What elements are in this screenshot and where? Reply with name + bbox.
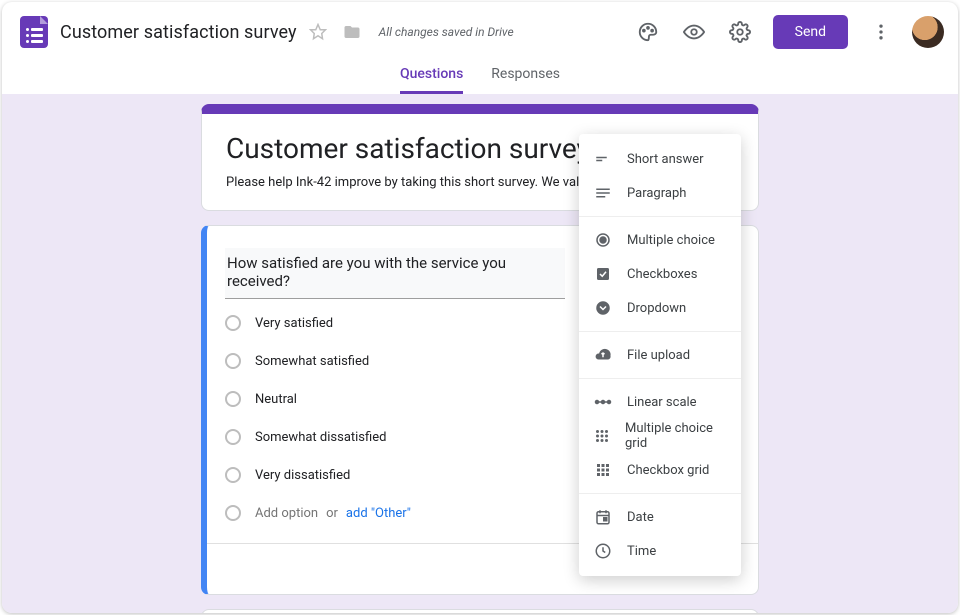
settings-gear-icon[interactable] xyxy=(721,13,759,51)
paragraph-icon xyxy=(593,184,613,202)
type-dropdown[interactable]: Dropdown xyxy=(579,291,741,325)
star-icon[interactable] xyxy=(305,23,331,41)
radio-icon xyxy=(225,353,241,369)
preview-icon[interactable] xyxy=(675,13,713,51)
question-card[interactable]: How well does each word or phrase descri… xyxy=(201,609,759,613)
save-status-text: All changes saved in Drive xyxy=(379,25,514,39)
tab-questions[interactable]: Questions xyxy=(400,62,463,94)
move-to-folder-icon[interactable] xyxy=(339,23,365,41)
add-other-button[interactable]: add "Other" xyxy=(346,506,411,521)
grid-radio-icon xyxy=(593,427,611,445)
form-tabs: Questions Responses xyxy=(2,62,958,94)
add-option-button[interactable]: Add option xyxy=(255,506,318,521)
send-button[interactable]: Send xyxy=(773,15,848,49)
type-label: Checkboxes xyxy=(627,267,697,282)
tab-responses[interactable]: Responses xyxy=(491,62,560,94)
question-title-input[interactable]: How satisfied are you with the service y… xyxy=(225,248,565,299)
menu-separator xyxy=(579,216,741,217)
dropdown-icon xyxy=(593,299,613,317)
type-multiple-choice[interactable]: Multiple choice xyxy=(579,223,741,257)
form-canvas: Customer satisfaction survey Please help… xyxy=(2,94,958,613)
option-label[interactable]: Very dissatisfied xyxy=(255,468,350,483)
radio-icon xyxy=(593,231,613,249)
type-label: File upload xyxy=(627,348,690,363)
linear-scale-icon xyxy=(593,393,613,411)
type-paragraph[interactable]: Paragraph xyxy=(579,176,741,210)
radio-icon xyxy=(225,429,241,445)
type-label: Short answer xyxy=(627,152,704,167)
more-options-icon[interactable] xyxy=(862,13,900,51)
radio-icon xyxy=(225,505,241,521)
type-label: Multiple choice xyxy=(627,233,715,248)
clock-icon xyxy=(593,542,613,560)
type-label: Checkbox grid xyxy=(627,463,709,478)
option-label[interactable]: Neutral xyxy=(255,392,297,407)
option-label[interactable]: Somewhat dissatisfied xyxy=(255,430,386,445)
type-label: Dropdown xyxy=(627,301,686,316)
menu-separator xyxy=(579,493,741,494)
account-avatar[interactable] xyxy=(912,16,944,48)
question-type-menu: Short answer Paragraph Multiple choice C… xyxy=(579,134,741,576)
calendar-icon xyxy=(593,508,613,526)
type-label: Date xyxy=(627,510,654,525)
type-checkboxes[interactable]: Checkboxes xyxy=(579,257,741,291)
grid-checkbox-icon xyxy=(593,461,613,479)
type-label: Multiple choice grid xyxy=(625,421,727,451)
short-answer-icon xyxy=(593,150,613,168)
type-label: Linear scale xyxy=(627,395,697,410)
type-time[interactable]: Time xyxy=(579,534,741,568)
customize-theme-icon[interactable] xyxy=(629,13,667,51)
radio-icon xyxy=(225,467,241,483)
option-label[interactable]: Somewhat satisfied xyxy=(255,354,369,369)
cloud-upload-icon xyxy=(593,346,613,364)
type-label: Time xyxy=(627,544,656,559)
type-date[interactable]: Date xyxy=(579,500,741,534)
or-text: or xyxy=(326,506,338,521)
type-short-answer[interactable]: Short answer xyxy=(579,142,741,176)
menu-separator xyxy=(579,331,741,332)
app-header: Customer satisfaction survey All changes… xyxy=(2,2,958,62)
option-label[interactable]: Very satisfied xyxy=(255,316,333,331)
type-label: Paragraph xyxy=(627,186,686,201)
type-cb-grid[interactable]: Checkbox grid xyxy=(579,453,741,487)
type-linear-scale[interactable]: Linear scale xyxy=(579,385,741,419)
menu-separator xyxy=(579,378,741,379)
type-mc-grid[interactable]: Multiple choice grid xyxy=(579,419,741,453)
checkbox-icon xyxy=(593,265,613,283)
radio-icon xyxy=(225,391,241,407)
document-title[interactable]: Customer satisfaction survey xyxy=(60,22,297,43)
radio-icon xyxy=(225,315,241,331)
type-file-upload[interactable]: File upload xyxy=(579,338,741,372)
forms-app-icon[interactable] xyxy=(16,14,52,50)
